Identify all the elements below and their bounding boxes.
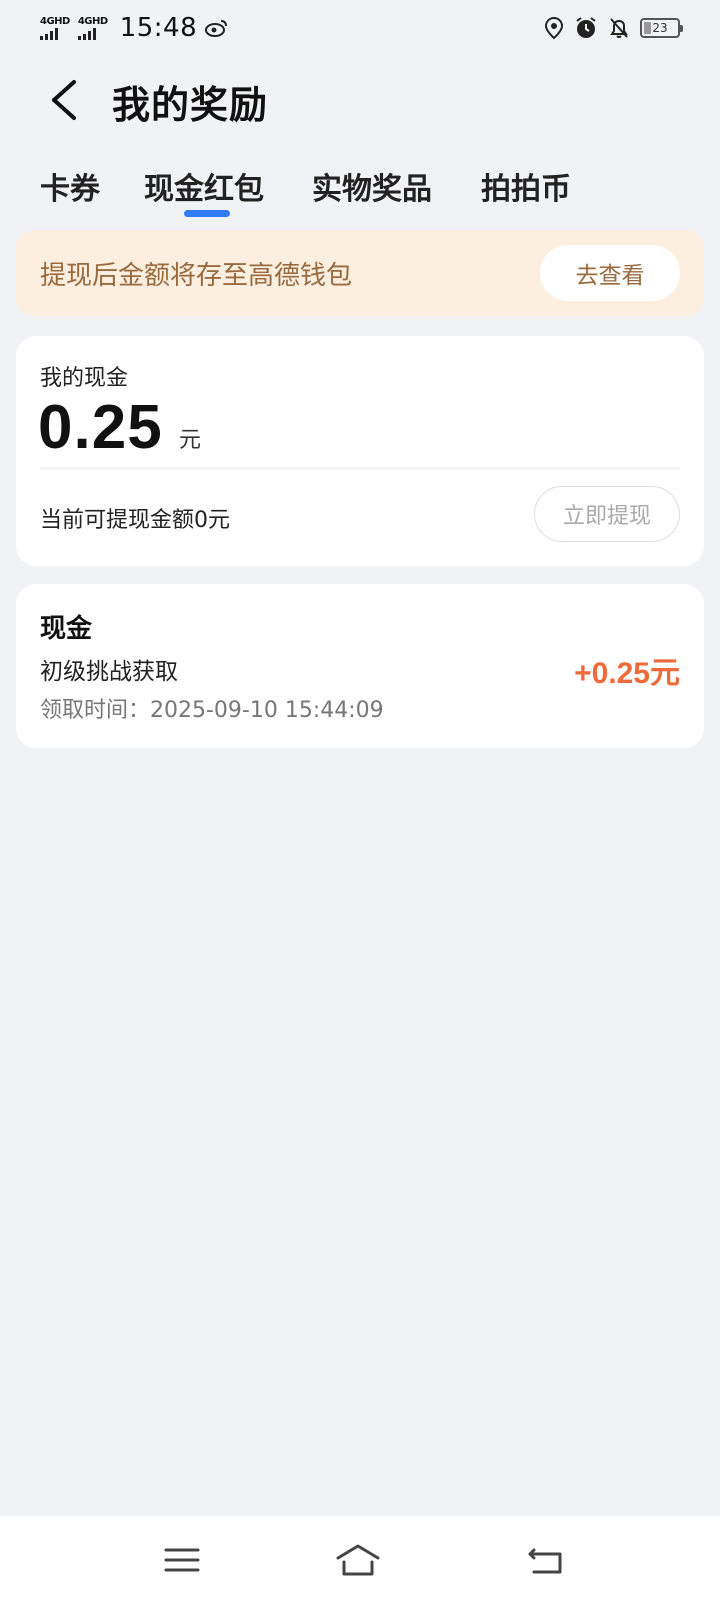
status-right: 23 — [544, 16, 683, 40]
signal-bars-icon — [40, 27, 58, 40]
record-time: 领取时间：2025-09-10 15:44:09 — [40, 698, 384, 723]
page-title: 我的奖励 — [112, 83, 269, 127]
signal-label-2: 4GHD — [77, 15, 108, 27]
alarm-icon — [576, 17, 596, 38]
location-icon — [544, 16, 564, 40]
tab-cash-red-packet[interactable]: 现金红包 — [144, 164, 264, 208]
view-wallet-button[interactable]: 去查看 — [540, 245, 680, 301]
tab-coupons[interactable]: 卡券 — [40, 164, 100, 208]
signal-label-1: 4GHD — [40, 15, 70, 27]
signal-indicator-1: 4GHD — [40, 15, 70, 40]
signal-bars-icon — [77, 27, 96, 40]
battery-indicator: 23 — [640, 18, 683, 38]
withdrawable-amount-text: 当前可提现金额0元 — [40, 508, 230, 533]
cash-unit: 元 — [179, 428, 202, 453]
withdraw-now-button[interactable]: 立即提现 — [534, 486, 680, 542]
list-item: 现金 初级挑战获取 领取时间：2025-09-10 15:44:09 +0.25… — [16, 584, 704, 748]
cash-label: 我的现金 — [40, 366, 129, 391]
system-nav-bar — [0, 1516, 720, 1600]
home-icon[interactable] — [336, 1538, 380, 1582]
status-bar: 4GHD 4GHD 15:48 23 — [0, 0, 720, 56]
tab-physical-prizes[interactable]: 实物奖品 — [312, 164, 432, 208]
status-time: 15:48 — [119, 13, 198, 43]
tab-paipai-coins[interactable]: 拍拍币 — [481, 164, 571, 208]
battery-level: 23 — [652, 21, 668, 35]
weibo-icon — [205, 20, 228, 37]
cash-amount: 0.25 — [38, 393, 163, 462]
back-arrow-icon[interactable] — [44, 78, 84, 122]
return-icon[interactable] — [526, 1538, 570, 1582]
record-description: 初级挑战获取 — [40, 659, 178, 685]
menu-icon[interactable] — [160, 1538, 204, 1582]
tab-bar: 卡券 现金红包 实物奖品 拍拍币 — [40, 160, 700, 230]
record-amount: +0.25元 — [574, 657, 680, 690]
divider — [40, 468, 680, 469]
bell-off-icon — [610, 18, 628, 38]
banner-text: 提现后金额将存至高德钱包 — [40, 260, 353, 291]
my-cash-card: 我的现金 0.25 元 当前可提现金额0元 立即提现 — [16, 336, 704, 566]
active-tab-indicator — [184, 210, 230, 217]
record-title: 现金 — [40, 614, 93, 644]
signal-indicator-2: 4GHD — [77, 15, 108, 40]
header: 我的奖励 — [0, 64, 720, 136]
wallet-notice-banner: 提现后金额将存至高德钱包 去查看 — [16, 230, 704, 316]
status-left: 4GHD 4GHD 15:48 — [40, 13, 229, 43]
